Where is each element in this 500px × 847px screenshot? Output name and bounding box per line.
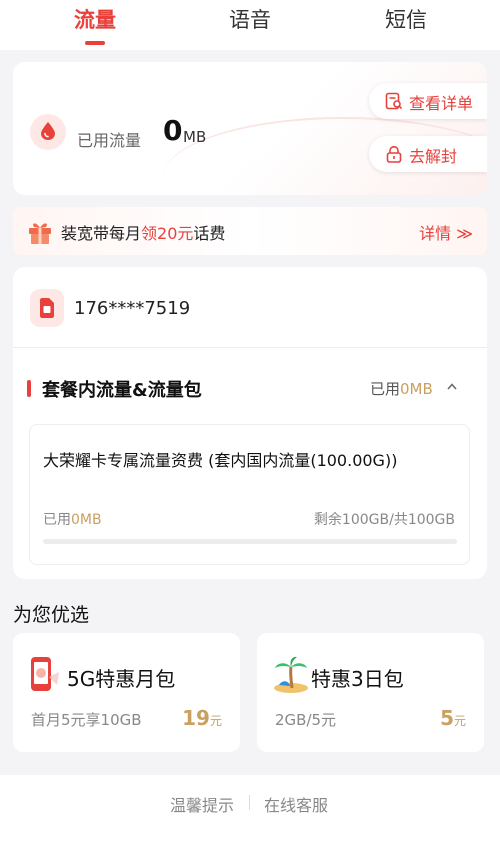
package-used: 已用0MB [43,512,102,528]
recommend-card-3day[interactable]: 特惠3日包 2GB/5元 5元 [257,633,484,752]
used-data-unit: MB [183,128,207,146]
data-drop-icon [30,114,66,150]
chevron-up-icon[interactable] [447,383,457,390]
recommend-title: 为您优选 [13,604,90,626]
section-title: 套餐内流量&流量包 [42,380,202,401]
usage-card: 已用流量 0 MB 查看详单 去解封 [13,62,487,195]
tab-voice[interactable]: 语音 [200,4,300,34]
recommend-subtitle: 2GB/5元 [275,711,337,729]
active-tab-indicator [85,41,105,45]
used-data-label: 已用流量 [77,131,142,150]
gift-icon [29,223,51,244]
customer-service-link[interactable]: 在线客服 [264,792,328,816]
used-data-value: 0 [163,114,183,147]
recommend-price: 19元 [182,706,222,730]
plan-card: 176****7519 套餐内流量&流量包 已用0MB 大荣耀卡专属流量资费 (… [13,267,487,579]
tab-sms[interactable]: 短信 [356,4,456,34]
document-search-icon [385,92,403,110]
footer-separator [249,795,250,810]
recommend-card-5g-monthly[interactable]: 5G特惠月包 首月5元享10GB 19元 [13,633,240,752]
view-details-button[interactable]: 查看详单 [369,83,487,119]
recommend-name: 5G特惠月包 [67,667,176,691]
package-remaining: 剩余100GB/共100GB [313,512,455,528]
phone-number: 176****7519 [74,298,191,319]
tab-bar: 流量 语音 短信 [0,0,500,50]
tab-data[interactable]: 流量 [45,4,145,34]
divider [13,347,487,348]
beach-icon [274,656,308,693]
promo-text: 装宽带每月领20元话费 [61,224,226,243]
recommend-price: 5元 [440,706,466,730]
section-used-summary[interactable]: 已用0MB [370,378,433,399]
sim-card-icon [30,289,64,327]
section-accent-bar [27,380,31,397]
package-name: 大荣耀卡专属流量资费 (套内国内流量(100.00G)) [43,451,398,470]
usage-progress-bar [43,539,457,544]
promo-highlight: 领20元 [141,224,194,243]
broadband-promo-banner[interactable]: 装宽带每月领20元话费 详情 ≫ [13,207,487,255]
recommend-name: 特惠3日包 [311,667,404,691]
recommend-subtitle: 首月5元享10GB [31,711,142,729]
package-item: 大荣耀卡专属流量资费 (套内国内流量(100.00G)) 已用0MB 剩余100… [29,424,470,565]
lock-icon [386,145,402,163]
footer: 温馨提示 在线客服 [0,775,500,847]
view-details-label: 查看详单 [409,94,474,113]
phone-5g-icon [31,657,59,691]
promo-details-link[interactable]: 详情 ≫ [419,220,473,244]
unlock-label: 去解封 [409,147,458,166]
tips-link[interactable]: 温馨提示 [170,792,234,816]
page: 流量 语音 短信 已用流量 0 MB 查看详单 去解封 装宽带每月领20元话费 … [0,0,500,847]
unlock-button[interactable]: 去解封 [369,136,487,172]
